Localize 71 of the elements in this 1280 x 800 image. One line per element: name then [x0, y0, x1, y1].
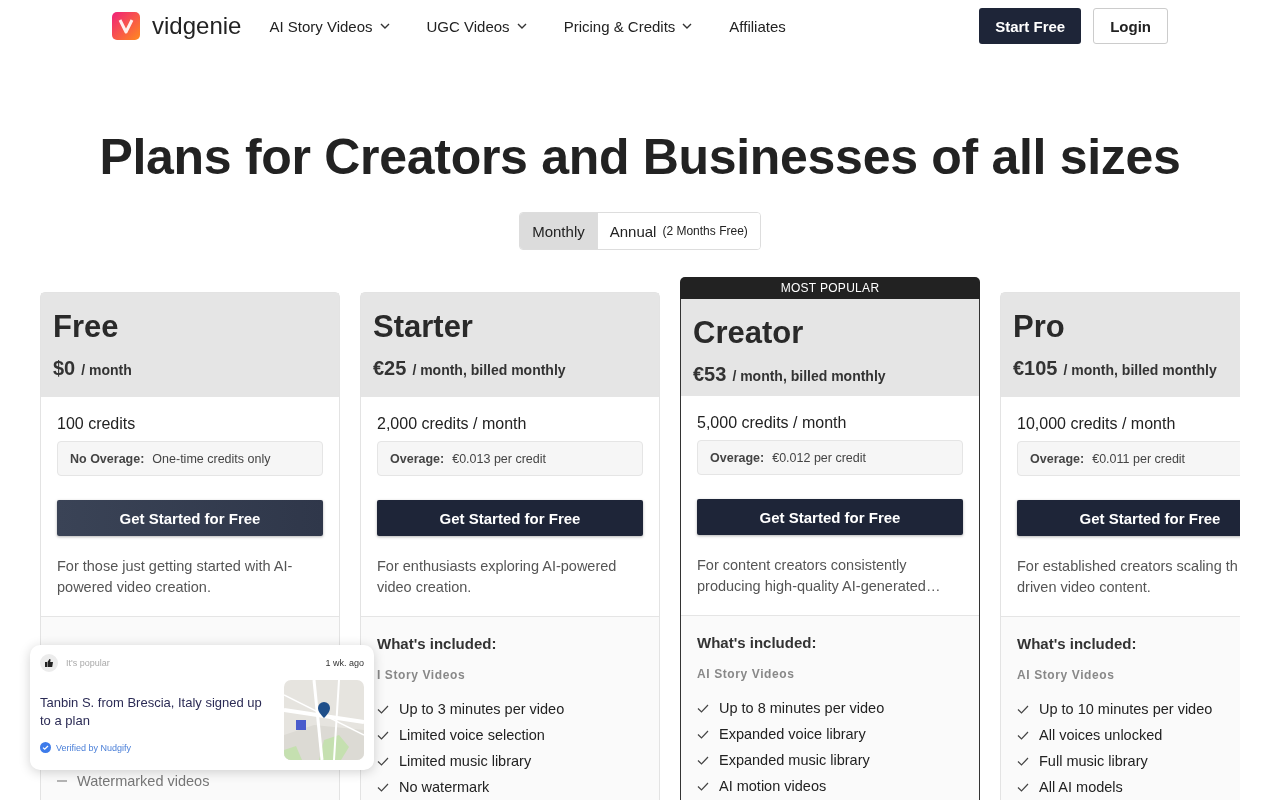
- overage-value: One-time credits only: [152, 451, 271, 466]
- overage-label: Overage:: [710, 450, 765, 465]
- credit-amount: 5,000 credits / month: [697, 414, 847, 432]
- timestamp: 1 wk. ago: [325, 658, 364, 668]
- popup-label: It's popular: [66, 658, 111, 668]
- plan-description: For those just getting started with AI- powered video creation.: [57, 557, 294, 597]
- overage-label: Overage:: [1030, 451, 1085, 466]
- get-started-button[interactable]: Get Started for Free: [377, 500, 643, 536]
- plan-name: Creator: [693, 315, 804, 351]
- plan-description: For content creators consistently producing high-quality AI-generated…: [697, 556, 942, 596]
- plan-description: For established creators scaling th driven video content.: [1017, 557, 1239, 597]
- feature-item: Limited music library: [399, 753, 532, 769]
- feature-item: Full music library: [1039, 753, 1148, 769]
- feature-category: AI Story Videos: [1017, 668, 1115, 682]
- nav-link[interactable]: Affiliates: [729, 17, 786, 35]
- feature-item: Expanded music library: [719, 752, 870, 768]
- billing-period: / month, billed monthly: [1063, 362, 1217, 378]
- plan-price: €53: [693, 363, 727, 386]
- credit-amount: 100 credits: [57, 415, 136, 433]
- included-heading: What's included:: [377, 635, 497, 652]
- feature-item: Up to 8 minutes per video: [719, 700, 885, 716]
- plan-name: Free: [53, 309, 119, 345]
- credit-amount: 10,000 credits / month: [1017, 415, 1176, 433]
- billing-tab[interactable]: Monthly: [520, 213, 597, 249]
- plan-name: Starter: [373, 309, 473, 345]
- feature-item: AI motion videos: [719, 778, 827, 794]
- verified-check-icon: [40, 742, 51, 753]
- get-started-button[interactable]: Get Started for Free: [1017, 500, 1240, 536]
- feature-item: All AI models: [1039, 779, 1123, 795]
- tab-label: Annual: [609, 222, 657, 240]
- nav-link[interactable]: UGC Videos: [426, 17, 527, 35]
- feature-category: I Story Videos: [377, 668, 466, 682]
- feature-item: Up to 10 minutes per video: [1039, 701, 1213, 717]
- billing-tab[interactable]: Annual (2 Months Free): [596, 213, 760, 249]
- overage-label: Overage:: [390, 451, 445, 466]
- page-title: Plans for Creators and Businesses of all sizes: [98, 128, 1182, 186]
- nav-link[interactable]: AI Story Videos: [269, 17, 390, 35]
- included-heading: What's included:: [697, 634, 817, 651]
- credit-amount: 2,000 credits / month: [377, 415, 527, 433]
- feature-item: No watermark: [399, 779, 490, 795]
- included-heading: What's included:: [1017, 635, 1137, 652]
- logo-icon[interactable]: [112, 12, 140, 40]
- overage-value: €0.013 per credit: [452, 451, 546, 466]
- feature-item: All voices unlocked: [1039, 727, 1163, 743]
- get-started-button[interactable]: Get Started for Free: [57, 500, 323, 536]
- thumbs-up-icon: [40, 654, 58, 672]
- overage-label: No Overage:: [70, 451, 145, 466]
- plan-price: $0: [53, 357, 76, 380]
- feature-item: Limited voice selection: [399, 727, 545, 743]
- verified-text: Verified by Nudgify: [56, 742, 132, 753]
- plan-price: €105: [1013, 357, 1058, 380]
- overage-value: €0.011 per credit: [1092, 451, 1186, 466]
- signup-message: Tanbin S. from Brescia, Italy signed up to a plan: [40, 694, 263, 730]
- feature-item: Expanded voice library: [719, 726, 866, 742]
- feature-item: Up to 3 minutes per video: [399, 701, 565, 717]
- plan-price: €25: [373, 357, 407, 380]
- feature-item: Watermarked videos: [77, 773, 210, 789]
- login-button[interactable]: Login: [1093, 8, 1168, 44]
- plan-name: Pro: [1013, 309, 1065, 345]
- billing-period: / month, billed monthly: [732, 368, 886, 384]
- brand-name[interactable]: vidgenie: [152, 12, 242, 40]
- discount-note: (2 Months Free): [662, 224, 748, 238]
- billing-period: / month, billed monthly: [412, 362, 566, 378]
- billing-period: / month: [81, 362, 132, 378]
- nav-link[interactable]: Pricing & Credits: [563, 17, 693, 35]
- start-free-button[interactable]: Start Free: [979, 8, 1082, 44]
- get-started-button[interactable]: Get Started for Free: [697, 499, 963, 535]
- plan-description: For enthusiasts exploring AI-powered video creation.: [377, 557, 618, 597]
- feature-category: AI Story Videos: [697, 667, 795, 681]
- popular-badge: MOST POPULAR: [680, 277, 980, 299]
- overage-value: €0.012 per credit: [772, 450, 866, 465]
